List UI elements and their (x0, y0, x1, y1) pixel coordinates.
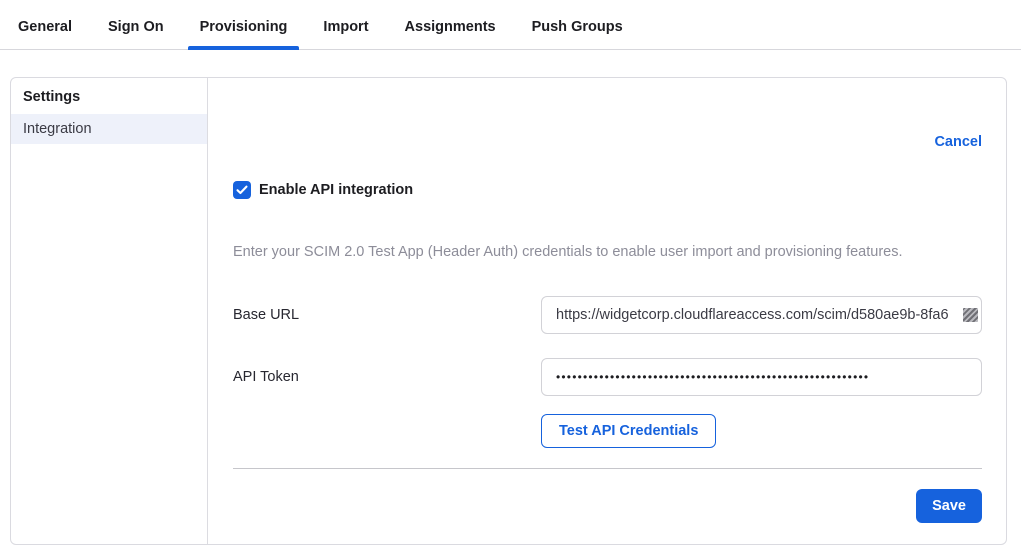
api-token-row: API Token (233, 358, 982, 396)
provisioning-panel: Settings Integration Cancel Enable API i… (10, 77, 1007, 545)
settings-sidebar: Settings Integration (11, 78, 208, 544)
base-url-label: Base URL (233, 307, 541, 323)
base-url-row: Base URL (233, 296, 982, 334)
enable-api-integration-label: Enable API integration (259, 182, 413, 198)
api-token-label: API Token (233, 369, 541, 385)
save-row: Save (233, 489, 982, 523)
sidebar-header-settings: Settings (11, 78, 207, 114)
tab-assignments[interactable]: Assignments (393, 19, 508, 49)
save-button[interactable]: Save (916, 489, 982, 523)
tab-sign-on[interactable]: Sign On (96, 19, 176, 49)
cancel-row: Cancel (233, 134, 982, 150)
enable-api-integration-row: Enable API integration (233, 181, 982, 199)
integration-settings-form: Cancel Enable API integration Enter your… (208, 78, 1006, 544)
api-token-input[interactable] (541, 358, 982, 396)
base-url-input-wrap (541, 296, 982, 334)
tab-push-groups[interactable]: Push Groups (520, 19, 635, 49)
tab-general[interactable]: General (6, 19, 84, 49)
tab-provisioning[interactable]: Provisioning (188, 19, 300, 49)
enable-api-integration-checkbox[interactable] (233, 181, 251, 199)
test-credentials-row: Test API Credentials (541, 414, 982, 448)
test-api-credentials-button[interactable]: Test API Credentials (541, 414, 716, 448)
form-divider (233, 468, 982, 469)
credentials-description: Enter your SCIM 2.0 Test App (Header Aut… (233, 244, 982, 260)
api-token-input-wrap (541, 358, 982, 396)
sidebar-item-integration[interactable]: Integration (11, 114, 207, 144)
resize-grip-icon[interactable] (963, 308, 978, 322)
tab-import[interactable]: Import (311, 19, 380, 49)
base-url-input[interactable] (541, 296, 982, 334)
cancel-link[interactable]: Cancel (934, 134, 982, 150)
checkmark-icon (236, 185, 248, 195)
app-tab-bar: General Sign On Provisioning Import Assi… (0, 0, 1021, 50)
